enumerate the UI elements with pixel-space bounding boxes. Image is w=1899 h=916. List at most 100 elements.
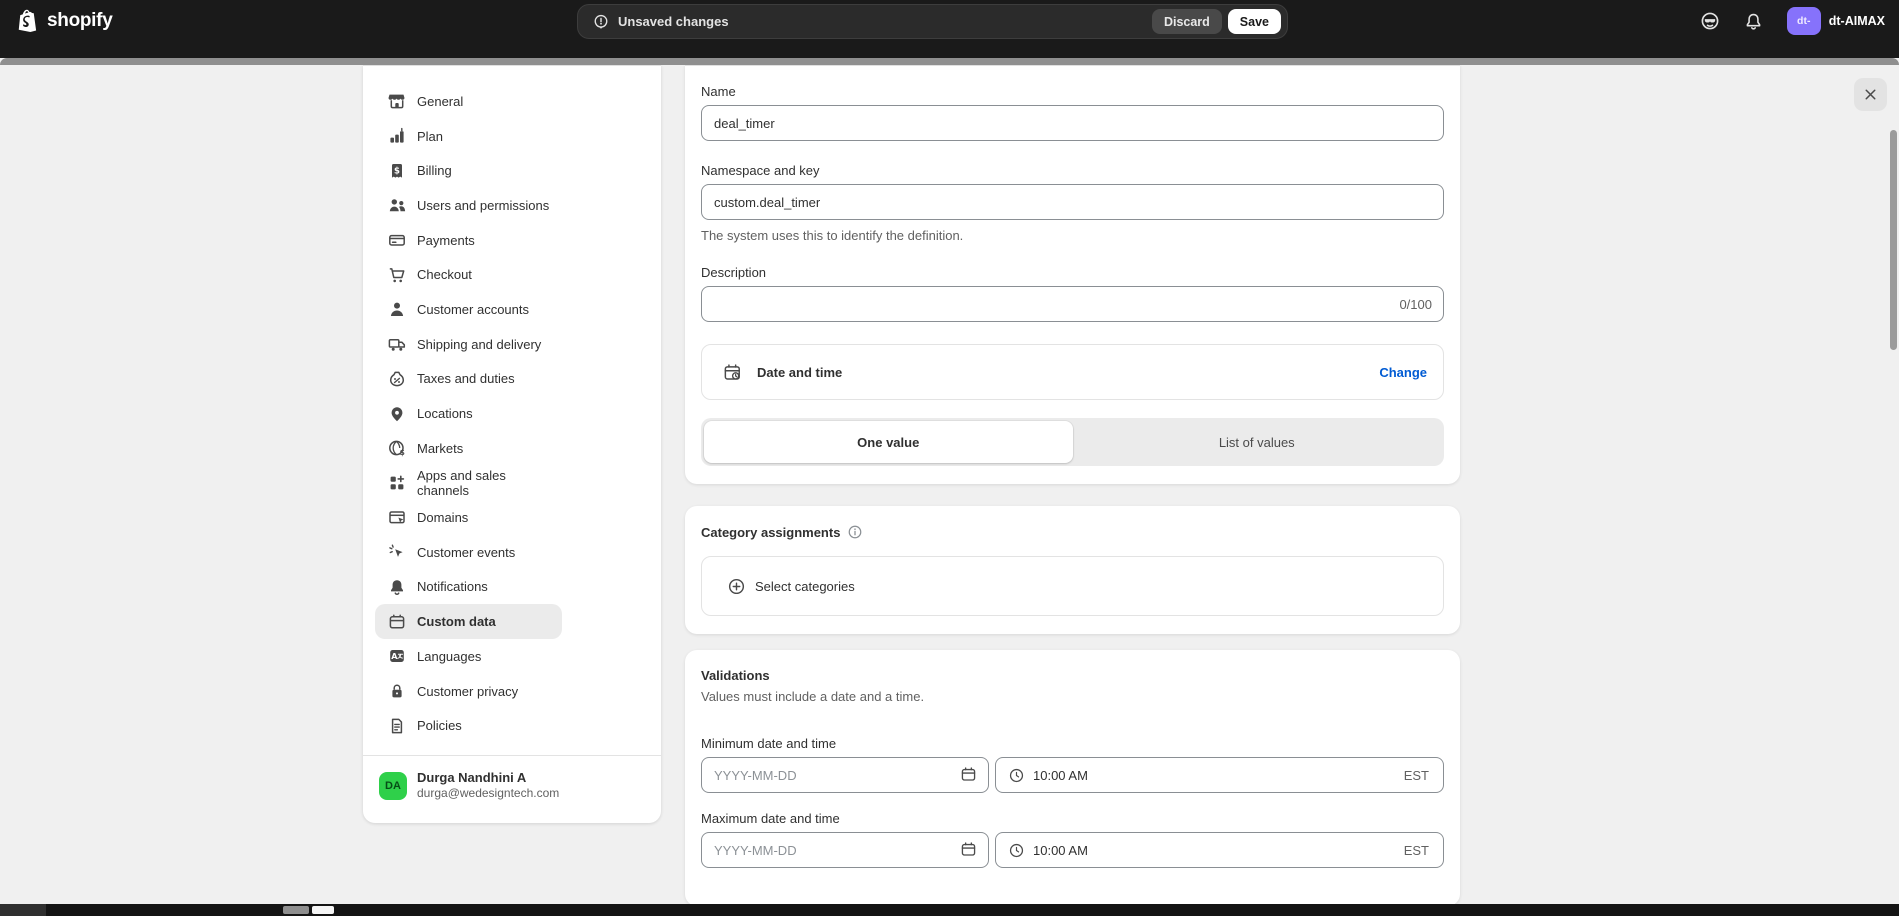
calendar-icon[interactable] [959, 840, 978, 859]
content-type-box: Date and time Change [701, 344, 1444, 400]
user-name: Durga Nandhini A [417, 770, 559, 786]
validations-card: Validations Values must include a date a… [685, 650, 1460, 906]
tab-list-of-values[interactable]: List of values [1073, 421, 1442, 463]
sidebar-item-label: Languages [417, 649, 481, 664]
payments-icon [387, 230, 407, 250]
min-date-label: Minimum date and time [701, 736, 1444, 751]
store-menu[interactable]: dt- dt-AIMAX [1787, 7, 1885, 35]
bottom-edge-segment [283, 906, 309, 914]
min-date-input[interactable] [701, 757, 989, 793]
tab-one-value[interactable]: One value [704, 421, 1073, 463]
svg-text:$: $ [400, 448, 405, 457]
document-icon [387, 716, 407, 736]
sidekick-assistant-icon[interactable] [1699, 10, 1721, 32]
sidebar-item-label: Plan [417, 129, 443, 144]
content-type-label: Date and time [757, 365, 842, 380]
close-icon [1862, 86, 1879, 103]
definition-card: Name Namespace and key The system uses t… [685, 65, 1460, 484]
change-type-link[interactable]: Change [1379, 365, 1427, 380]
sidebar-item-billing[interactable]: $ Billing [375, 153, 562, 188]
sidebar-item-label: Customer events [417, 545, 515, 560]
sidebar-item-checkout[interactable]: Checkout [375, 257, 562, 292]
sidebar-item-taxes-and-duties[interactable]: Taxes and duties [375, 362, 562, 397]
max-timezone-label: EST [1404, 843, 1429, 858]
user-account[interactable]: DA Durga Nandhini A durga@wedesigntech.c… [375, 770, 649, 801]
sidebar-item-custom-data[interactable]: Custom data [375, 604, 562, 639]
category-assignments-title: Category assignments [701, 525, 840, 540]
sidebar-item-markets[interactable]: $ Markets [375, 431, 562, 466]
sidebar-item-languages[interactable]: A Languages [375, 639, 562, 674]
sidebar-item-label: Domains [417, 510, 468, 525]
user-avatar: DA [379, 772, 407, 800]
sidebar-item-locations[interactable]: Locations [375, 396, 562, 431]
sidebar-item-shipping-and-delivery[interactable]: Shipping and delivery [375, 327, 562, 362]
select-categories-button[interactable]: Select categories [701, 556, 1444, 616]
notifications-bell-icon[interactable] [1743, 10, 1765, 32]
sidebar-item-customer-events[interactable]: Customer events [375, 535, 562, 570]
select-categories-label: Select categories [755, 579, 855, 594]
close-modal-button[interactable] [1854, 78, 1887, 111]
cardinality-segmented-control: One value List of values [701, 418, 1444, 466]
sidebar-item-label: Shipping and delivery [417, 337, 541, 352]
info-icon[interactable] [847, 524, 863, 540]
unsaved-changes-banner: Unsaved changes Discard Save [577, 4, 1288, 39]
sidebar-item-label: Policies [417, 718, 462, 733]
sidebar-item-label: Custom data [417, 614, 496, 629]
clock-icon [1008, 842, 1025, 859]
validations-subtitle: Values must include a date and a time. [701, 689, 1444, 704]
topbar: shopify Unsaved changes Discard Save [0, 0, 1899, 58]
sidebar-item-label: Markets [417, 441, 463, 456]
svg-text:$: $ [394, 166, 400, 176]
store-icon [387, 91, 407, 111]
sidebar-item-label: Checkout [417, 267, 472, 282]
sidebar-item-notifications[interactable]: Notifications [375, 570, 562, 605]
users-icon [387, 195, 407, 215]
user-email: durga@wedesigntech.com [417, 786, 559, 801]
languages-icon: A [387, 646, 407, 666]
shopify-logo[interactable]: shopify [16, 7, 112, 35]
max-date-label: Maximum date and time [701, 811, 1444, 826]
sidebar-item-payments[interactable]: Payments [375, 223, 562, 258]
custom-data-icon [387, 612, 407, 632]
min-timezone-label: EST [1404, 768, 1429, 783]
sidebar-item-policies[interactable]: Policies [375, 708, 562, 743]
namespace-key-input[interactable] [701, 184, 1444, 220]
sidebar-item-label: Taxes and duties [417, 371, 515, 386]
bell-icon [387, 577, 407, 597]
apps-grid-icon [387, 473, 407, 493]
calendar-icon[interactable] [959, 765, 978, 784]
name-label: Name [701, 84, 1444, 99]
description-input[interactable] [701, 286, 1444, 322]
page-scrollbar-thumb[interactable] [1890, 130, 1897, 350]
category-assignments-card: Category assignments Select categories [685, 506, 1460, 634]
clock-icon [1008, 767, 1025, 784]
sidebar-item-label: General [417, 94, 463, 109]
name-input[interactable] [701, 105, 1444, 141]
sidebar-item-customer-accounts[interactable]: Customer accounts [375, 292, 562, 327]
sidebar-item-label: Customer privacy [417, 684, 518, 699]
sidebar-item-general[interactable]: General [375, 84, 562, 119]
store-name: dt-AIMAX [1829, 14, 1885, 28]
sidebar-item-users-and-permissions[interactable]: Users and permissions [375, 188, 562, 223]
save-button[interactable]: Save [1228, 9, 1281, 34]
sidebar-item-plan[interactable]: Plan [375, 119, 562, 154]
sidebar-item-domains[interactable]: Domains [375, 500, 562, 535]
sidebar-item-label: Locations [417, 406, 473, 421]
sidebar-item-apps-and-sales-channels[interactable]: Apps and sales channels [375, 466, 562, 501]
tax-bag-icon [387, 369, 407, 389]
min-time-input[interactable]: 10:00 AM EST [995, 757, 1444, 793]
shopify-bag-icon [16, 7, 41, 35]
sidebar-item-label: Customer accounts [417, 302, 529, 317]
person-icon [387, 299, 407, 319]
lock-icon [387, 681, 407, 701]
description-char-counter: 0/100 [1399, 286, 1432, 322]
discard-button[interactable]: Discard [1152, 9, 1222, 34]
billing-icon: $ [387, 161, 407, 181]
sidebar-item-customer-privacy[interactable]: Customer privacy [375, 674, 562, 709]
max-time-input[interactable]: 10:00 AM EST [995, 832, 1444, 868]
truck-icon [387, 334, 407, 354]
domains-icon [387, 508, 407, 528]
max-date-input[interactable] [701, 832, 989, 868]
min-time-value: 10:00 AM [1033, 768, 1088, 783]
modal-top-edge [0, 58, 1899, 65]
